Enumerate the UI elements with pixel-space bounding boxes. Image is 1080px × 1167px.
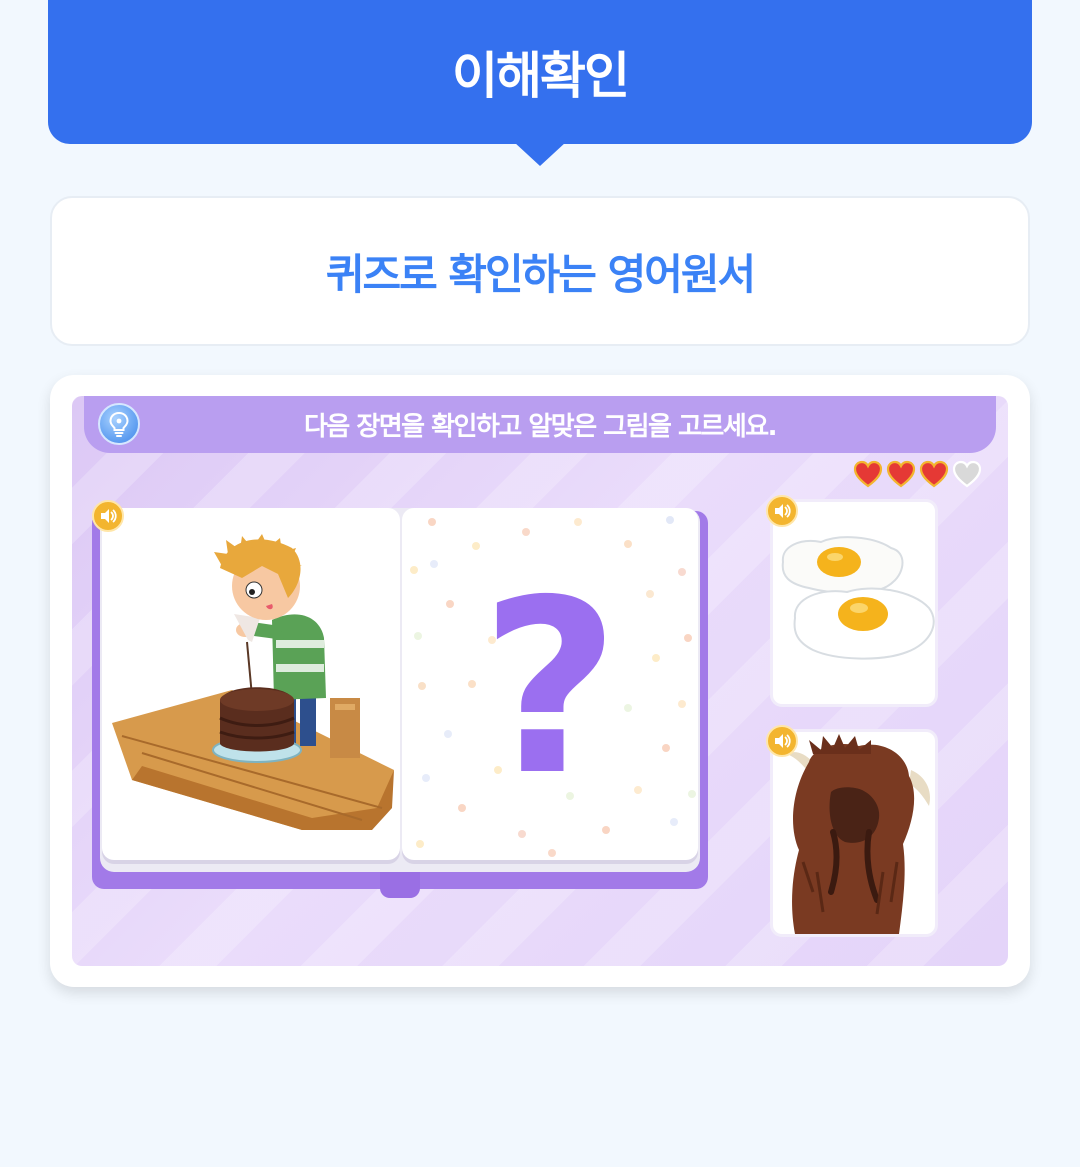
quiz-area: 다음 장면을 확인하고 알맞은 그림을 고르세요. ?: [72, 396, 1008, 966]
speaker-icon: [775, 734, 791, 748]
speaker-icon: [775, 504, 791, 518]
book-tab: [380, 870, 420, 898]
question-mark: ?: [480, 548, 620, 828]
hint-button[interactable]: [98, 403, 140, 445]
heart-filled-icon: [919, 460, 949, 488]
speaker-icon: [101, 509, 117, 523]
lightbulb-icon: [109, 411, 129, 437]
page-title: 이해확인: [452, 47, 630, 105]
lives-indicator: [853, 460, 982, 488]
heart-filled-icon: [853, 460, 883, 488]
heart-filled-icon: [886, 460, 916, 488]
subtitle-card: 퀴즈로 확인하는 영어원서: [50, 196, 1030, 346]
option-sound-button-yak[interactable]: [766, 725, 798, 757]
answer-page: ?: [402, 508, 698, 860]
option-sound-button-eggs[interactable]: [766, 495, 798, 527]
heart-empty-icon: [952, 460, 982, 488]
instruction-text: 다음 장면을 확인하고 알맞은 그림을 고르세요.: [303, 412, 778, 442]
scene-sound-button[interactable]: [92, 500, 124, 532]
header-banner: 이해확인: [48, 0, 1032, 166]
subtitle-text: 퀴즈로 확인하는 영어원서: [325, 249, 756, 299]
yak-illustration: [787, 734, 931, 934]
fried-eggs-illustration: [781, 536, 935, 660]
option-card-yak[interactable]: [770, 729, 938, 937]
instruction-bar: 다음 장면을 확인하고 알맞은 그림을 고르세요.: [84, 396, 996, 453]
scene-illustration: [112, 534, 394, 830]
scene-page: [102, 508, 400, 860]
option-card-eggs[interactable]: [770, 499, 938, 707]
quiz-card: 다음 장면을 확인하고 알맞은 그림을 고르세요. ?: [50, 375, 1030, 987]
